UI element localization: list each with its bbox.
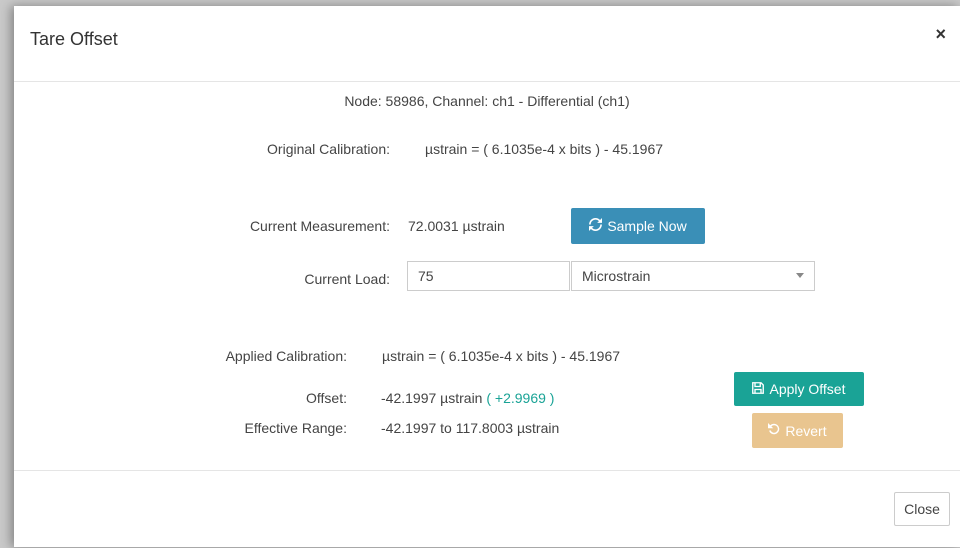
- current-load-label: Current Load:: [304, 271, 390, 287]
- sample-now-label: Sample Now: [607, 218, 687, 234]
- applied-calibration-value: µstrain = ( 6.1035e-4 x bits ) - 45.1967: [382, 348, 621, 364]
- effective-range-value: -42.1997 to 117.8003 µstrain: [381, 420, 560, 436]
- close-button[interactable]: Close: [894, 492, 950, 526]
- original-calibration-label: Original Calibration:: [267, 141, 390, 157]
- current-load-input[interactable]: 75: [407, 261, 570, 291]
- offset-value-line: -42.1997 µstrain ( +2.9969 ): [381, 390, 554, 406]
- dialog-footer: Close: [14, 470, 960, 548]
- effective-range-label: Effective Range:: [244, 420, 347, 436]
- offset-value: -42.1997 µstrain: [381, 390, 483, 406]
- dialog-title: Tare Offset: [30, 29, 118, 49]
- offset-label: Offset:: [306, 390, 347, 406]
- node-info: Node: 58986, Channel: ch1 - Differential…: [344, 93, 630, 109]
- revert-label: Revert: [785, 422, 827, 439]
- current-measurement-value: 72.0031 µstrain: [408, 218, 505, 234]
- tare-offset-dialog: Tare Offset × Node: 58986, Channel: ch1 …: [14, 6, 960, 547]
- applied-calibration-label: Applied Calibration:: [225, 348, 347, 364]
- close-icon[interactable]: ×: [935, 24, 946, 44]
- save-icon: [752, 381, 765, 397]
- current-load-value: 75: [418, 268, 434, 284]
- load-unit-selected: Microstrain: [582, 268, 651, 284]
- original-calibration-value: µstrain = ( 6.1035e-4 x bits ) - 45.1967: [425, 141, 664, 157]
- load-unit-select[interactable]: Microstrain: [571, 261, 815, 291]
- sample-now-button[interactable]: Sample Now: [571, 208, 705, 244]
- apply-offset-button[interactable]: Apply Offset: [734, 372, 864, 406]
- refresh-icon: [589, 218, 603, 234]
- chevron-down-icon: [796, 273, 804, 278]
- undo-icon: [768, 423, 780, 438]
- apply-offset-label: Apply Offset: [769, 381, 846, 397]
- current-measurement-label: Current Measurement:: [249, 218, 390, 234]
- revert-button[interactable]: Revert: [752, 413, 843, 448]
- offset-delta: ( +2.9969 ): [486, 390, 555, 406]
- dialog-header: Tare Offset ×: [14, 6, 960, 82]
